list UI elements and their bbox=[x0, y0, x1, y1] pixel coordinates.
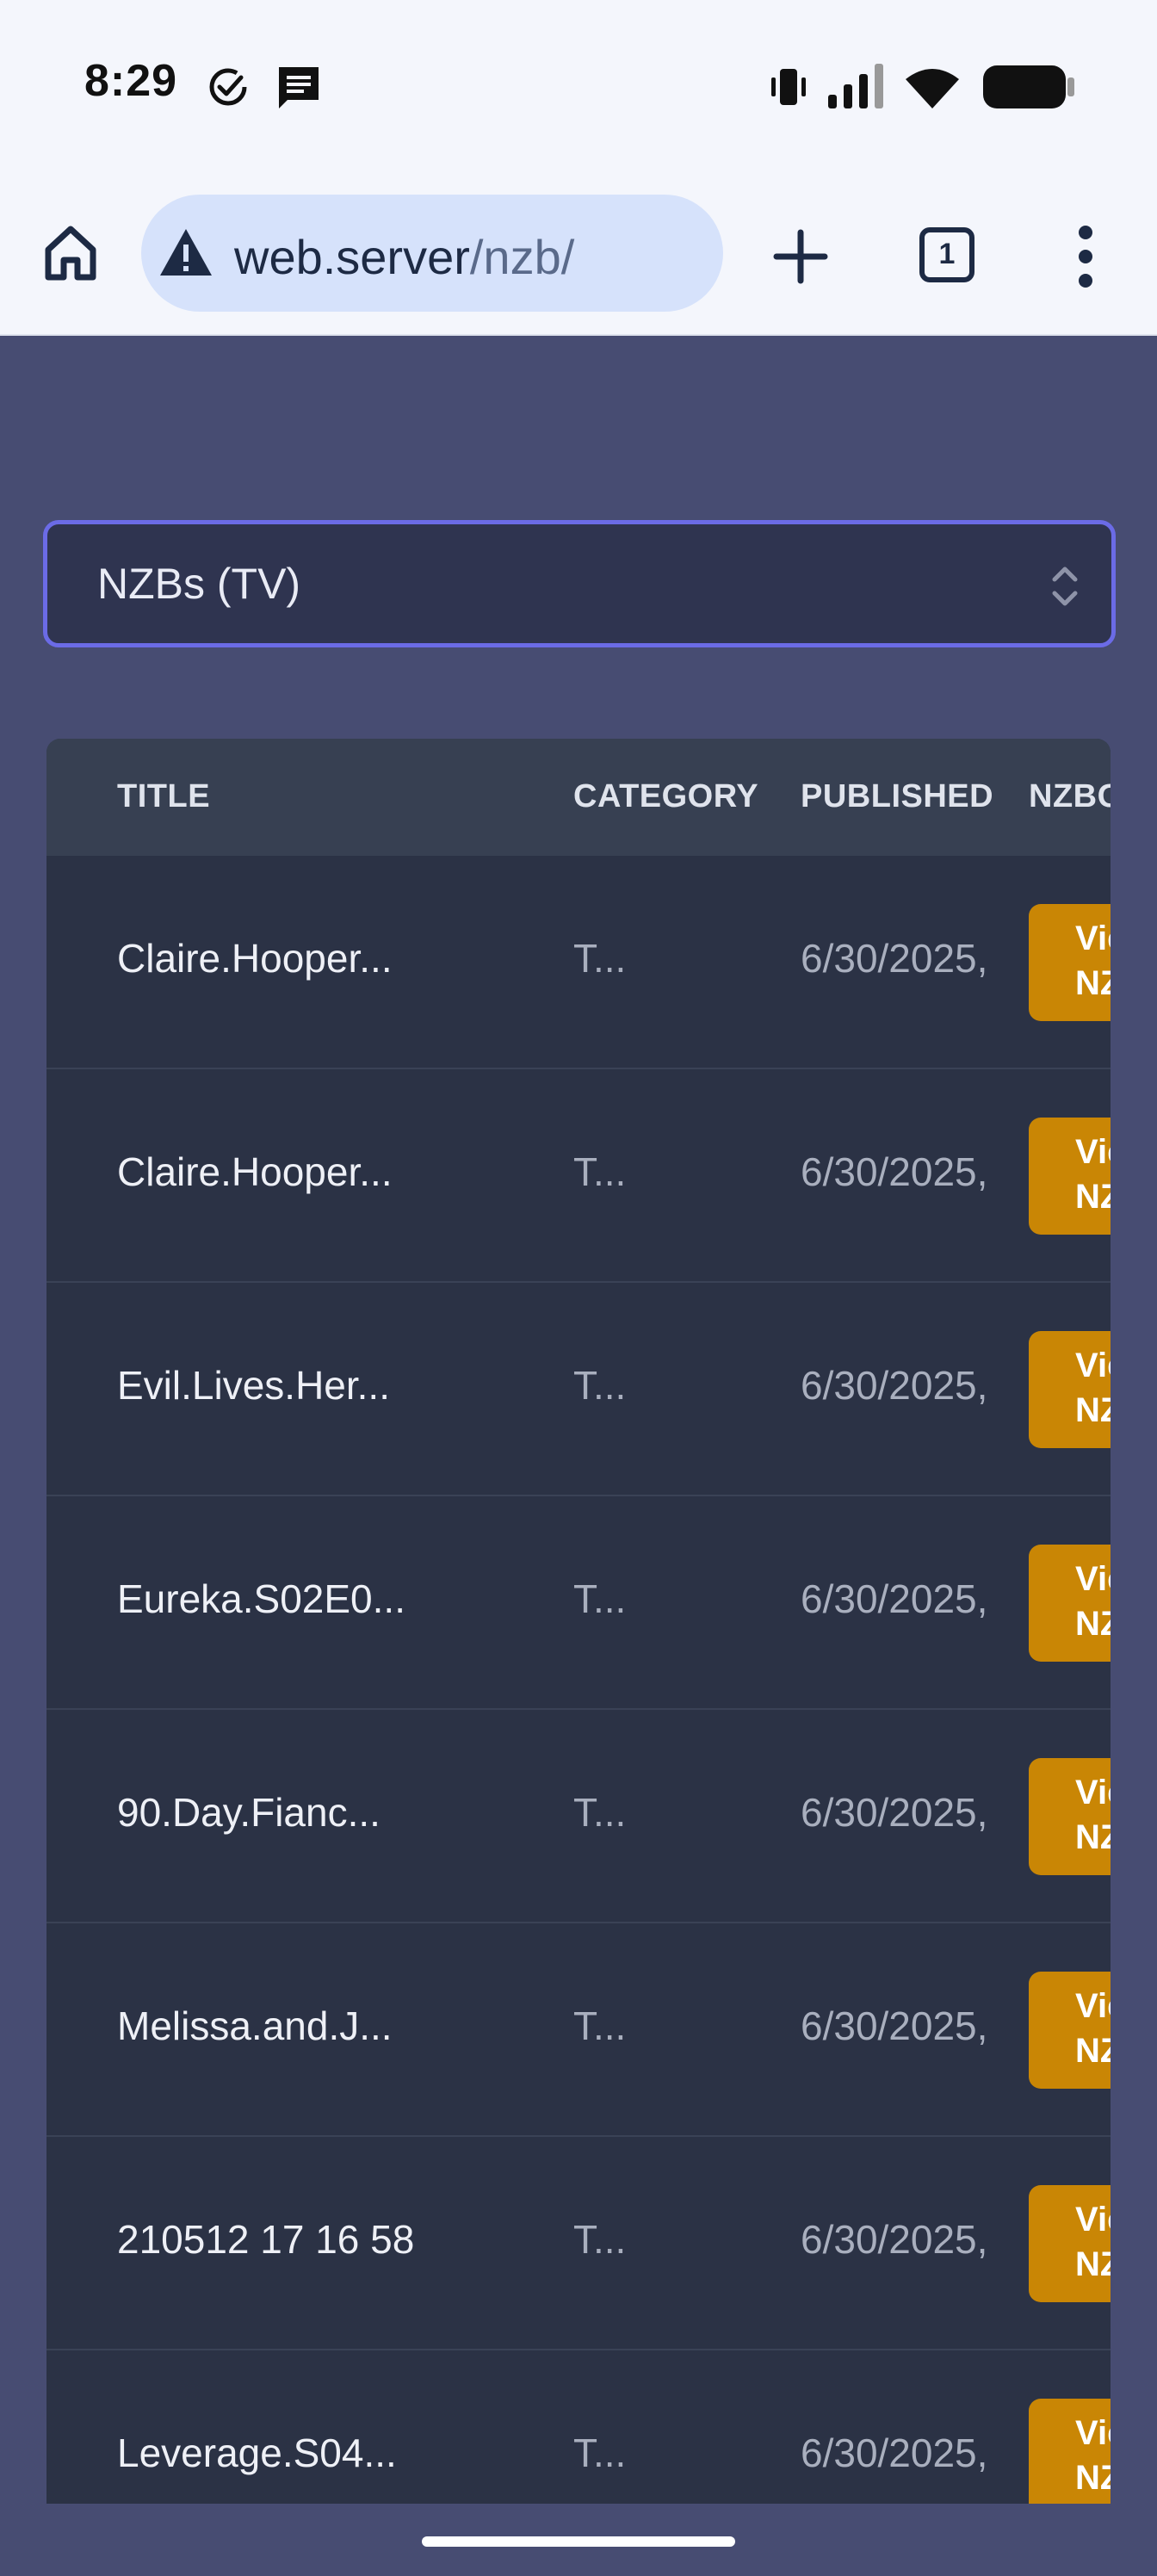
view-nzbget-button-line1: View bbox=[1075, 1987, 1111, 2025]
feed-select[interactable]: NZBs (TV) bbox=[43, 520, 1116, 647]
home-indicator[interactable] bbox=[422, 2536, 735, 2547]
view-nzbget-button[interactable]: View NZBG bbox=[1029, 2185, 1111, 2302]
view-nzbget-button[interactable]: View NZBG bbox=[1029, 1118, 1111, 1235]
table-row: Leverage.S04... T... 6/30/2025, View NZBG bbox=[46, 2350, 1111, 2504]
table-row: Claire.Hooper... T... 6/30/2025, View NZB… bbox=[46, 856, 1111, 1069]
signal-icon bbox=[828, 64, 883, 108]
table-header: TITLE CATEGORY PUBLISHED NZBGE bbox=[46, 739, 1111, 856]
table-row: Eureka.S02E0... T... 6/30/2025, View NZBG bbox=[46, 1496, 1111, 1710]
view-nzbget-button[interactable]: View NZBG bbox=[1029, 904, 1111, 1021]
url-host: web.server bbox=[234, 230, 470, 284]
row-title: 210512 17 16 58 bbox=[117, 2217, 415, 2262]
column-header-title[interactable]: TITLE bbox=[117, 778, 210, 815]
row-category: T... bbox=[573, 1363, 627, 1408]
row-title: Leverage.S04... bbox=[117, 2430, 397, 2475]
view-nzbget-button-line2: NZBG bbox=[1075, 1818, 1111, 1856]
view-nzbget-button-line2: NZBG bbox=[1075, 2245, 1111, 2283]
row-title: Claire.Hooper... bbox=[117, 1149, 393, 1194]
row-title: 90.Day.Fianc... bbox=[117, 1790, 381, 1835]
table-row: Evil.Lives.Her... T... 6/30/2025, View NZ… bbox=[46, 1283, 1111, 1496]
check-circle-icon bbox=[209, 68, 247, 106]
message-icon bbox=[279, 67, 319, 108]
row-category: T... bbox=[573, 1576, 627, 1621]
address-bar[interactable]: web.server/nzb/ bbox=[141, 195, 723, 312]
view-nzbget-button-line1: View bbox=[1075, 1133, 1111, 1171]
chevron-updown-icon bbox=[1052, 567, 1078, 606]
status-time: 8:29 bbox=[84, 56, 178, 106]
view-nzbget-button-line1: View bbox=[1075, 2201, 1111, 2239]
row-published: 6/30/2025, bbox=[801, 1790, 988, 1835]
row-category: T... bbox=[573, 1149, 627, 1194]
url-path: /nzb/ bbox=[469, 230, 575, 284]
nzb-table: TITLE CATEGORY PUBLISHED NZBGE Claire.Ho… bbox=[46, 739, 1111, 2504]
row-category: T... bbox=[573, 2217, 627, 2262]
column-header-category[interactable]: CATEGORY bbox=[573, 778, 758, 815]
row-published: 6/30/2025, bbox=[801, 1576, 988, 1621]
view-nzbget-button-line1: View bbox=[1075, 2414, 1111, 2452]
row-published: 6/30/2025, bbox=[801, 2430, 988, 2475]
view-nzbget-button-line2: NZBG bbox=[1075, 2032, 1111, 2070]
more-icon[interactable] bbox=[1071, 224, 1100, 289]
view-nzbget-button-line2: NZBG bbox=[1075, 1391, 1111, 1429]
view-nzbget-button-line1: View bbox=[1075, 1774, 1111, 1811]
row-published: 6/30/2025, bbox=[801, 936, 988, 981]
table-row: 90.Day.Fianc... T... 6/30/2025, View NZBG bbox=[46, 1710, 1111, 1923]
new-tab-icon[interactable] bbox=[771, 227, 830, 286]
row-title: Eureka.S02E0... bbox=[117, 1576, 405, 1621]
view-nzbget-button[interactable]: View NZBG bbox=[1029, 1972, 1111, 2089]
table-row: 210512 17 16 58 T... 6/30/2025, View NZBG bbox=[46, 2137, 1111, 2350]
table-row: Claire.Hooper... T... 6/30/2025, View NZB… bbox=[46, 1069, 1111, 1283]
view-nzbget-button[interactable]: View NZBG bbox=[1029, 1545, 1111, 1662]
view-nzbget-button[interactable]: View NZBG bbox=[1029, 1758, 1111, 1875]
tab-switcher-button[interactable]: 1 bbox=[919, 227, 974, 282]
home-icon[interactable] bbox=[41, 222, 100, 284]
row-title: Melissa.and.J... bbox=[117, 2003, 393, 2048]
column-header-nzbget[interactable]: NZBGE bbox=[1029, 778, 1111, 815]
browser-toolbar: web.server/nzb/ 1 bbox=[0, 172, 1157, 336]
wifi-icon bbox=[906, 69, 959, 108]
row-published: 6/30/2025, bbox=[801, 1363, 988, 1408]
warning-icon[interactable] bbox=[158, 227, 213, 277]
view-nzbget-button-line1: View bbox=[1075, 1560, 1111, 1598]
row-title: Evil.Lives.Her... bbox=[117, 1363, 390, 1408]
row-category: T... bbox=[573, 2430, 627, 2475]
row-title: Claire.Hooper... bbox=[117, 936, 393, 981]
row-published: 6/30/2025, bbox=[801, 2003, 988, 2048]
row-published: 6/30/2025, bbox=[801, 2217, 988, 2262]
table-row: Melissa.and.J... T... 6/30/2025, View NZB… bbox=[46, 1923, 1111, 2137]
row-category: T... bbox=[573, 2003, 627, 2048]
view-nzbget-button[interactable]: View NZBG bbox=[1029, 2399, 1111, 2504]
column-header-published[interactable]: PUBLISHED bbox=[801, 778, 993, 815]
row-category: T... bbox=[573, 1790, 627, 1835]
view-nzbget-button-line2: NZBG bbox=[1075, 964, 1111, 1002]
url-text: web.server/nzb/ bbox=[234, 229, 574, 285]
feed-select-value: NZBs (TV) bbox=[97, 560, 301, 608]
tab-count: 1 bbox=[938, 238, 956, 270]
view-nzbget-button-line1: View bbox=[1075, 920, 1111, 957]
battery-icon bbox=[983, 65, 1074, 108]
row-published: 6/30/2025, bbox=[801, 1149, 988, 1194]
row-category: T... bbox=[573, 936, 627, 981]
vibrate-icon bbox=[771, 69, 806, 105]
view-nzbget-button[interactable]: View NZBG bbox=[1029, 1331, 1111, 1448]
view-nzbget-button-line2: NZBG bbox=[1075, 1178, 1111, 1216]
view-nzbget-button-line2: NZBG bbox=[1075, 1605, 1111, 1643]
status-bar: 8:29 bbox=[0, 0, 1157, 172]
view-nzbget-button-line1: View bbox=[1075, 1347, 1111, 1384]
view-nzbget-button-line2: NZBG bbox=[1075, 2459, 1111, 2497]
